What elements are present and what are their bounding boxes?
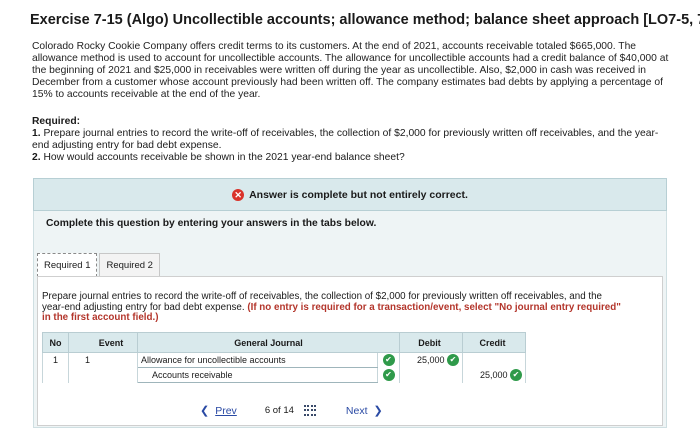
answer-status-banner: ✕ Answer is complete but not entirely co…: [33, 178, 667, 211]
account-field[interactable]: Allowance for uncollectible accounts: [137, 352, 378, 368]
required-heading: Required:: [32, 116, 81, 127]
required-item-text: Prepare journal entries to record the wr…: [32, 128, 659, 151]
header-event: Event: [68, 332, 138, 353]
problem-intro: Colorado Rocky Cookie Company offers cre…: [32, 41, 669, 100]
tab-bar: Required 1 Required 2: [37, 253, 160, 277]
required-item-2: 2. How would accounts receivable be show…: [32, 152, 672, 164]
required-item-number: 1.: [32, 128, 41, 139]
credit-field[interactable]: [462, 352, 526, 368]
row-no: [42, 367, 69, 383]
journal-header-row: No Event General Journal Debit Credit: [42, 332, 526, 353]
row-no: 1: [42, 352, 69, 368]
grid-icon[interactable]: [303, 404, 318, 417]
account-check: ✔: [377, 352, 400, 368]
journal-table: No Event General Journal Debit Credit 1 …: [42, 332, 526, 383]
tab-required-1[interactable]: Required 1: [37, 253, 98, 277]
required-list: 1. Prepare journal entries to record the…: [32, 128, 672, 164]
header-general-journal: General Journal: [137, 332, 400, 353]
debit-value: 25,000: [416, 355, 445, 366]
pagination-nav: ❮ Prev 6 of 14 Next ❯: [200, 404, 383, 417]
check-icon: ✔: [510, 369, 522, 381]
table-row: 1 1 Allowance for uncollectible accounts…: [42, 352, 526, 368]
required-item-text: How would accounts receivable be shown i…: [43, 152, 405, 163]
header-debit: Debit: [399, 332, 463, 353]
chevron-left-icon[interactable]: ❮: [200, 404, 209, 417]
answer-status-text: Answer is complete but not entirely corr…: [249, 188, 468, 201]
page-indicator: 6 of 14: [265, 405, 294, 416]
credit-field[interactable]: 25,000 ✔: [462, 367, 526, 383]
current-page: 6: [264, 405, 271, 416]
credit-value: 25,000: [479, 370, 508, 380]
check-icon: ✔: [447, 354, 459, 367]
required-item-1: 1. Prepare journal entries to record the…: [32, 128, 672, 152]
next-button[interactable]: Next: [346, 405, 368, 417]
debit-field[interactable]: 25,000 ✔: [399, 352, 463, 368]
journal-prompt: Prepare journal entries to record the wr…: [42, 291, 622, 324]
tab-required-2[interactable]: Required 2: [99, 253, 160, 277]
exercise-title: Exercise 7-15 (Algo) Uncollectible accou…: [30, 12, 700, 28]
account-check: ✔: [377, 367, 400, 383]
required-item-number: 2.: [32, 152, 41, 163]
header-no: No: [42, 332, 69, 353]
row-event: [68, 367, 138, 383]
x-circle-icon: ✕: [232, 188, 245, 201]
table-row: Accounts receivable ✔ 25,000 ✔: [42, 367, 526, 383]
check-icon: ✔: [382, 354, 395, 367]
debit-field[interactable]: [399, 367, 463, 383]
question-panel: Complete this question by entering your …: [33, 211, 667, 428]
check-icon: ✔: [382, 369, 395, 381]
total-pages: 14: [283, 405, 294, 416]
header-credit: Credit: [462, 332, 526, 353]
page-of: of: [272, 405, 281, 416]
instruction-text: Complete this question by entering your …: [46, 218, 377, 229]
row-event: 1: [68, 352, 138, 368]
account-field[interactable]: Accounts receivable: [137, 367, 378, 383]
chevron-right-icon[interactable]: ❯: [374, 404, 383, 417]
prev-button[interactable]: Prev: [215, 405, 237, 417]
